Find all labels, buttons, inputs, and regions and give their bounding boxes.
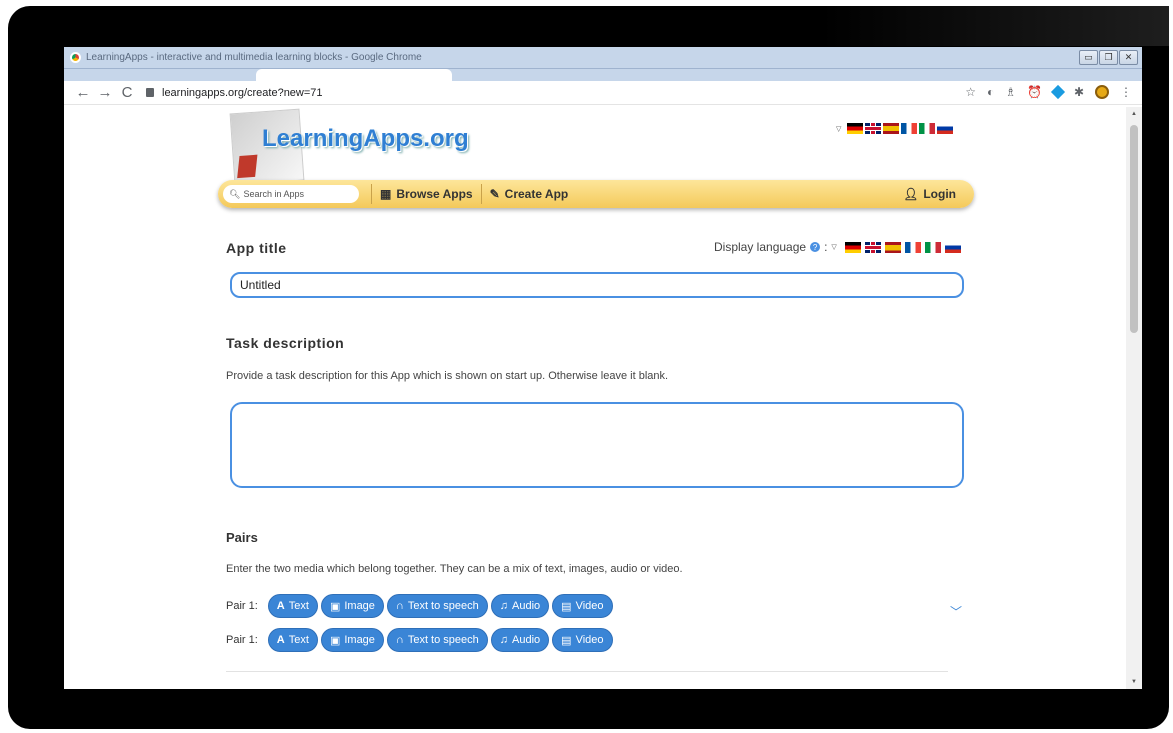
extension-icon-3[interactable]: ⏰ [1027,85,1042,99]
login-link[interactable]: 👤︎ Login [903,187,956,201]
extension-icon-1[interactable]: ◐ [987,85,994,99]
video-button[interactable]: ▤ Video [552,594,613,618]
dropdown-triangle-icon[interactable]: ▽ [831,243,836,251]
title-bar: LearningApps - interactive and multimedi… [64,47,1142,69]
restore-button[interactable]: ❐ [1099,50,1118,65]
text-to-speech-button[interactable]: ∩ Text to speech [386,628,488,652]
close-button[interactable]: ✕ [1119,50,1138,65]
site-navbar: 🔍︎ Search in Apps ▦ Browse Apps ✎ Create… [218,180,974,208]
image-icon: ▣ [329,600,341,613]
task-description-heading: Task description [226,335,345,351]
search-input[interactable]: 🔍︎ Search in Apps [223,185,359,203]
task-description-textarea[interactable] [230,402,964,488]
scroll-up-icon[interactable]: ▲ [1131,111,1137,117]
top-language-flags: ▽ [836,123,954,134]
display-language: Display language ? : ▽ [714,240,961,254]
pair-row: Pair 1: A Text ▣ Image ∩ Text to speech ♫ Au… [226,628,613,652]
section-divider [226,671,948,672]
nav-divider [480,184,482,204]
scrollbar-thumb[interactable] [1130,125,1138,333]
chrome-icon [70,52,81,63]
audio-button[interactable]: ♫ Audio [490,628,550,652]
search-placeholder: Search in Apps [243,189,304,199]
flag-it-icon[interactable] [919,123,936,134]
flag-es-icon[interactable] [883,123,900,134]
puzzle-icon[interactable]: ✱ [1074,85,1084,99]
text-button[interactable]: A Text [267,594,318,618]
image-button[interactable]: ▣ Image [320,594,384,618]
nav-divider [371,184,372,204]
pair-label: Pair 1: [226,600,258,612]
create-app-label: Create App [504,187,569,201]
text-icon: A [276,600,285,612]
forward-arrow-icon[interactable]: → [94,84,116,101]
flag-gb-icon[interactable] [864,241,881,253]
lock-icon [146,88,154,97]
menu-icon[interactable]: ⋮ [1120,85,1132,99]
display-language-label: Display language [714,240,807,254]
extension-icon-2[interactable]: ♗ [1005,85,1016,99]
flag-de-icon[interactable] [844,241,861,253]
image-icon: ▣ [329,634,341,647]
window-controls: ▭ ❐ ✕ [1079,50,1138,65]
page-content: LearningApps.org ▽ 🔍︎ Search in Apps ▦ B… [64,107,1126,689]
extension-icon-4[interactable] [1050,84,1066,100]
url-text: learningapps.org/create?new=71 [162,86,323,99]
task-description-hint: Provide a task description for this App … [226,370,669,382]
pairs-hint: Enter the two media which belong togethe… [226,563,683,575]
create-app-link[interactable]: ✎ Create App [490,187,569,201]
flag-ru-icon[interactable] [944,241,961,253]
pencil-icon: ✎ [489,187,500,201]
browse-apps-link[interactable]: ▦ Browse Apps [380,187,473,201]
music-icon: ♫ [499,634,509,646]
browser-window: LearningApps - interactive and multimedi… [64,47,1142,689]
flag-it-icon[interactable] [924,241,941,253]
extensions-area: ☆ ◐ ♗ ⏰ ✱ ⋮ [965,84,1132,100]
address-bar[interactable]: learningapps.org/create?new=71 [146,87,323,99]
image-button[interactable]: ▣ Image [320,628,384,652]
pairs-heading: Pairs [226,530,258,545]
audio-button[interactable]: ♫ Audio [490,594,550,618]
film-icon: ▤ [561,600,572,613]
film-icon: ▤ [561,634,572,647]
pair-row: Pair 1: A Text ▣ Image ∩ Text to speech ♫ Au… [226,594,613,618]
tab-strip [64,69,1142,81]
browse-apps-label: Browse Apps [396,187,473,201]
help-icon[interactable]: ? [810,242,821,252]
flag-gb-icon[interactable] [865,123,882,134]
flag-fr-icon[interactable] [901,123,918,134]
minimize-button[interactable]: ▭ [1079,50,1098,65]
window-title: LearningApps - interactive and multimedi… [86,52,422,63]
text-button[interactable]: A Text [267,628,318,652]
flag-fr-icon[interactable] [904,241,921,253]
text-to-speech-button[interactable]: ∩ Text to speech [386,594,488,618]
login-label: Login [923,187,956,201]
headphones-icon: ∩ [395,600,404,612]
star-icon[interactable]: ☆ [965,85,976,99]
app-title-heading: App title [226,240,287,256]
colon-separator: : [824,240,828,254]
headphones-icon: ∩ [395,634,404,646]
video-button[interactable]: ▤ Video [552,628,613,652]
back-arrow-icon[interactable]: ← [72,84,94,101]
pair-label: Pair 1: [226,634,258,646]
chevron-down-icon[interactable]: ﹀ [950,603,962,620]
site-logo[interactable]: LearningApps.org [262,125,469,153]
active-tab[interactable] [256,69,452,81]
user-icon: 👤︎ [903,187,919,201]
text-icon: A [276,634,285,646]
flag-es-icon[interactable] [884,241,901,253]
flag-ru-icon[interactable] [937,123,954,134]
music-icon: ♫ [499,600,509,612]
flag-de-icon[interactable] [847,123,864,134]
grid-icon: ▦ [380,187,392,201]
search-icon: 🔍︎ [229,188,241,199]
dropdown-triangle-icon[interactable]: ▽ [836,125,841,133]
profile-avatar[interactable] [1095,85,1109,99]
scroll-down-icon[interactable]: ▼ [1131,679,1137,685]
app-title-input[interactable]: Untitled [230,272,964,298]
frame-highlight [820,6,1169,46]
reload-icon[interactable]: C [116,84,138,101]
vertical-scrollbar[interactable]: ▲ ▼ [1126,107,1142,689]
